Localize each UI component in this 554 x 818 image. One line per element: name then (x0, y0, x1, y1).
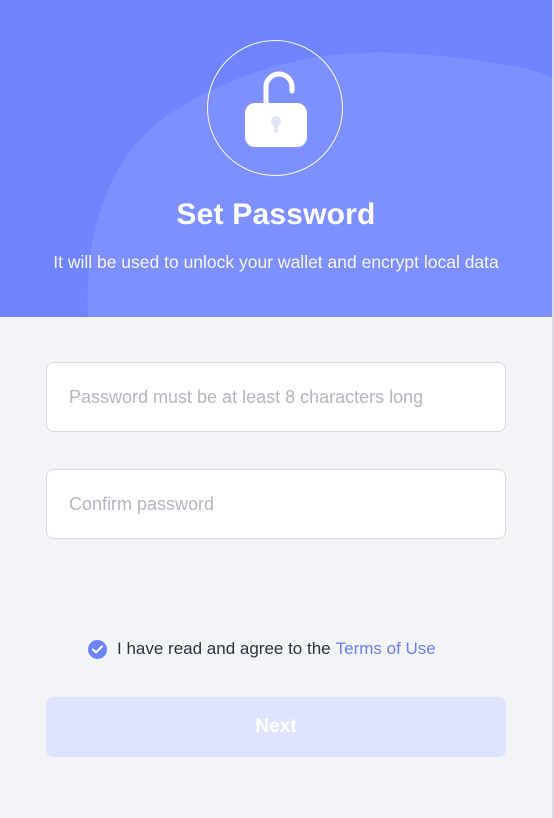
confirm-password-input[interactable] (46, 469, 506, 539)
next-button[interactable]: Next (46, 697, 506, 757)
lock-badge (207, 40, 343, 176)
lock-open-icon (245, 71, 307, 147)
password-input[interactable] (46, 362, 506, 432)
check-icon (92, 644, 103, 653)
header-banner: Set Password It will be used to unlock y… (0, 0, 552, 317)
terms-agreement-text: I have read and agree to the (117, 639, 331, 658)
terms-checkbox[interactable] (88, 639, 107, 659)
page-title: Set Password (176, 198, 376, 231)
page-subtitle: It will be used to unlock your wallet an… (53, 252, 499, 272)
set-password-window: Set Password It will be used to unlock y… (0, 0, 554, 818)
terms-agreement: I have read and agree to the Terms of Us… (88, 638, 436, 660)
terms-of-use-link[interactable]: Terms of Use (336, 639, 436, 659)
